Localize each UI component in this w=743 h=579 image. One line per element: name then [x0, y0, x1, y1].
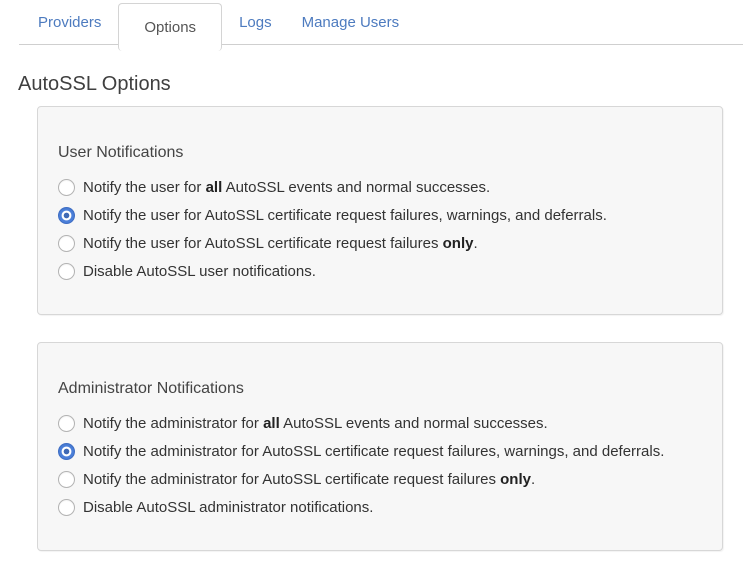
radio-label: Disable AutoSSL user notifications.: [83, 261, 316, 283]
radio-button[interactable]: [58, 499, 75, 516]
radio-option-admin-all[interactable]: Notify the administrator for all AutoSSL…: [58, 410, 702, 438]
radio-label: Disable AutoSSL administrator notificati…: [83, 497, 373, 519]
radio-option-admin-disable[interactable]: Disable AutoSSL administrator notificati…: [58, 494, 702, 522]
radio-label: Notify the administrator for AutoSSL cer…: [83, 469, 535, 491]
tab-providers-label: Providers: [38, 14, 101, 31]
tab-options-label: Options: [144, 19, 196, 36]
page-title: AutoSSL Options: [18, 70, 743, 98]
radio-button[interactable]: [58, 415, 75, 432]
tab-providers[interactable]: Providers: [23, 0, 116, 44]
admin-notifications-heading: Administrator Notifications: [58, 378, 702, 400]
radio-button[interactable]: [58, 179, 75, 196]
radio-button[interactable]: [58, 443, 75, 460]
admin-notifications-panel: Administrator Notifications Notify the a…: [37, 342, 723, 551]
radio-label: Notify the user for AutoSSL certificate …: [83, 205, 607, 227]
radio-option-user-failures-warnings-deferrals[interactable]: Notify the user for AutoSSL certificate …: [58, 202, 702, 230]
tab-logs-label: Logs: [239, 14, 272, 31]
user-notifications-heading: User Notifications: [58, 142, 702, 164]
tab-logs[interactable]: Logs: [224, 0, 287, 44]
radio-button[interactable]: [58, 207, 75, 224]
radio-label: Notify the user for all AutoSSL events a…: [83, 177, 490, 199]
radio-label: Notify the administrator for all AutoSSL…: [83, 413, 548, 435]
radio-button[interactable]: [58, 235, 75, 252]
tab-manage-users[interactable]: Manage Users: [287, 0, 415, 44]
radio-option-admin-failures-only[interactable]: Notify the administrator for AutoSSL cer…: [58, 466, 702, 494]
radio-button[interactable]: [58, 263, 75, 280]
radio-option-admin-failures-warnings-deferrals[interactable]: Notify the administrator for AutoSSL cer…: [58, 438, 702, 466]
radio-option-user-failures-only[interactable]: Notify the user for AutoSSL certificate …: [58, 230, 702, 258]
tab-manage-users-label: Manage Users: [302, 14, 400, 31]
tab-options[interactable]: Options: [118, 3, 222, 51]
tab-bar: Providers Options Logs Manage Users: [19, 0, 743, 45]
radio-label: Notify the user for AutoSSL certificate …: [83, 233, 478, 255]
radio-label: Notify the administrator for AutoSSL cer…: [83, 441, 664, 463]
radio-option-user-all[interactable]: Notify the user for all AutoSSL events a…: [58, 174, 702, 202]
radio-button[interactable]: [58, 471, 75, 488]
radio-option-user-disable[interactable]: Disable AutoSSL user notifications.: [58, 258, 702, 286]
user-notifications-panel: User Notifications Notify the user for a…: [37, 106, 723, 315]
